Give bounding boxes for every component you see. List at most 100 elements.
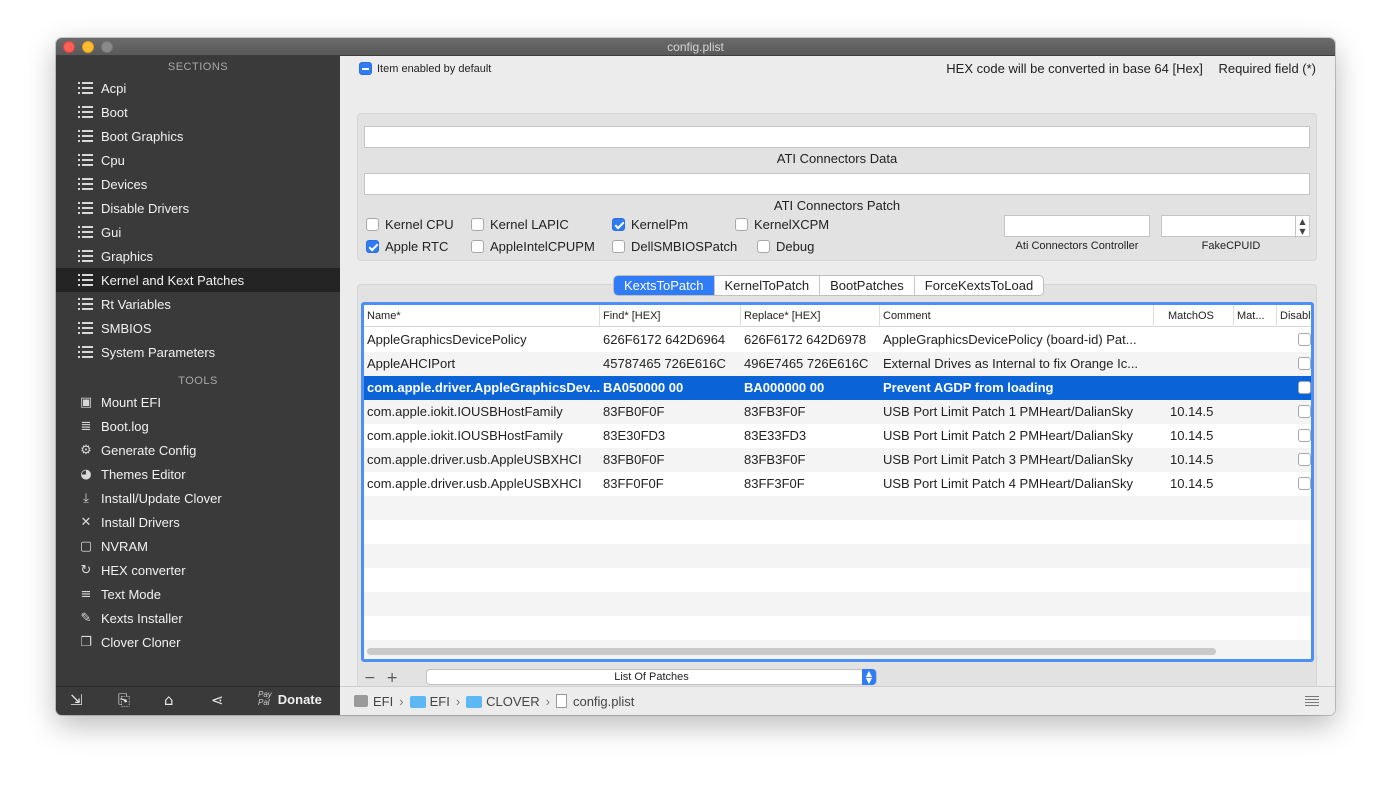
sidebar-item-disable-drivers[interactable]: Disable Drivers xyxy=(56,196,340,220)
checkbox-kernel-cpu[interactable]: Kernel CPU xyxy=(366,217,454,232)
checkbox-apple-rtc[interactable]: Apple RTC xyxy=(366,239,448,254)
column-header-find-hex[interactable]: Find* [HEX] xyxy=(600,305,741,327)
column-header-name[interactable]: Name* xyxy=(364,305,600,327)
tool-boot-log[interactable]: ≣ Boot.log xyxy=(56,414,340,438)
table-row[interactable]: com.apple.iokit.IOUSBHostFamily 83FB0F0F 8… xyxy=(364,400,1311,424)
checkbox-box[interactable] xyxy=(471,240,484,253)
table-row[interactable]: AppleAHCIPort 45787465 726E616C 496E7465 7… xyxy=(364,352,1311,376)
sidebar-item-graphics[interactable]: Graphics xyxy=(56,244,340,268)
checkbox-box[interactable] xyxy=(757,240,770,253)
sidebar-item-gui[interactable]: Gui xyxy=(56,220,340,244)
ati-connectors-controller-input[interactable] xyxy=(1004,215,1150,237)
sidebar-item-system-parameters[interactable]: System Parameters xyxy=(56,340,340,364)
checkbox-debug[interactable]: Debug xyxy=(757,239,814,254)
ati-connectors-data-input[interactable] xyxy=(364,126,1310,148)
tool-generate-config[interactable]: ⚙ Generate Config xyxy=(56,438,340,462)
checkbox-box[interactable] xyxy=(366,240,379,253)
patch-tabs: KextsToPatch KernelToPatch BootPatches Forc… xyxy=(613,275,1045,296)
tool-text-mode[interactable]: ≡ Text Mode xyxy=(56,582,340,606)
disabled-checkbox[interactable] xyxy=(1298,381,1311,394)
tab-bootpatches[interactable]: BootPatches xyxy=(820,276,915,295)
checkbox-box[interactable] xyxy=(735,218,748,231)
tool-hex-converter[interactable]: ↻ HEX converter xyxy=(56,558,340,582)
home-icon[interactable]: ⌂ xyxy=(164,691,174,709)
patches-table[interactable]: Name* Find* [HEX] Replace* [HEX] Comment Mat… xyxy=(361,302,1314,662)
sidebar-item-cpu[interactable]: Cpu xyxy=(56,148,340,172)
tool-themes-editor[interactable]: ◕ Themes Editor xyxy=(56,462,340,486)
enabled-indicator-icon xyxy=(359,62,372,75)
list-icon xyxy=(78,346,94,358)
breadcrumb-separator: › xyxy=(455,693,461,709)
column-header-disabl[interactable]: Disabl xyxy=(1277,305,1311,327)
sidebar-item-kernel-and-kext-patches[interactable]: Kernel and Kext Patches xyxy=(56,268,340,292)
tool-mount-efi[interactable]: ▣ Mount EFI xyxy=(56,390,340,414)
table-row[interactable]: com.apple.driver.AppleGraphicsDev... BA05… xyxy=(364,376,1311,400)
disabled-checkbox[interactable] xyxy=(1298,429,1311,442)
column-header-replace-hex[interactable]: Replace* [HEX] xyxy=(741,305,880,327)
column-header-matchos[interactable]: MatchOS xyxy=(1154,305,1234,327)
checkbox-box[interactable] xyxy=(471,218,484,231)
sidebar-item-acpi[interactable]: Acpi xyxy=(56,76,340,100)
sidebar-item-rt-variables[interactable]: Rt Variables xyxy=(56,292,340,316)
cell-comment: AppleGraphicsDevicePolicy (board-id) Pat… xyxy=(883,332,1137,347)
sidebar-item-label: Cpu xyxy=(101,152,125,168)
disabled-checkbox[interactable] xyxy=(1298,333,1311,346)
table-row[interactable]: com.apple.driver.usb.AppleUSBXHCI 83FB0F0… xyxy=(364,448,1311,472)
checkbox-kernel-lapic[interactable]: Kernel LAPIC xyxy=(471,217,569,232)
sidebar-item-smbios[interactable]: SMBIOS xyxy=(56,316,340,340)
ati-connectors-patch-input[interactable] xyxy=(364,173,1310,195)
fakecpuid-stepper[interactable]: ▲ ▼ xyxy=(1295,216,1309,238)
sidebar-item-boot-graphics[interactable]: Boot Graphics xyxy=(56,124,340,148)
horizontal-scrollbar[interactable] xyxy=(367,648,1216,655)
tab-kextstopatch[interactable]: KextsToPatch xyxy=(614,276,715,295)
cell-comment: USB Port Limit Patch 2 PMHeart/DalianSky xyxy=(883,428,1133,443)
download-icon: ⤓ xyxy=(83,490,89,506)
tool-install-drivers[interactable]: ✕ Install Drivers xyxy=(56,510,340,534)
open-config-icon[interactable]: ⇲ xyxy=(70,691,83,709)
checkbox-kernelxcpm[interactable]: KernelXCPM xyxy=(735,217,829,232)
remove-row-button[interactable]: − xyxy=(364,670,376,686)
share-icon[interactable]: ⋖ xyxy=(211,691,224,709)
checkbox-box[interactable] xyxy=(366,218,379,231)
breadcrumb-item[interactable]: config.plist xyxy=(573,694,634,709)
tool-clover-cloner[interactable]: ❐ Clover Cloner xyxy=(56,630,340,654)
table-row[interactable]: com.apple.driver.usb.AppleUSBXHCI 83FF0F0… xyxy=(364,472,1311,496)
column-header-comment[interactable]: Comment xyxy=(880,305,1154,327)
log-icon: ≣ xyxy=(80,418,92,434)
disabled-checkbox[interactable] xyxy=(1298,405,1311,418)
disabled-checkbox[interactable] xyxy=(1298,477,1311,490)
tab-kerneltopatch[interactable]: KernelToPatch xyxy=(715,276,821,295)
disabled-checkbox[interactable] xyxy=(1298,357,1311,370)
sidebar-item-boot[interactable]: Boot xyxy=(56,100,340,124)
breadcrumb-item[interactable]: EFI xyxy=(430,694,450,709)
fakecpuid-input[interactable]: ▲ ▼ xyxy=(1161,215,1310,238)
copy-icon: ❐ xyxy=(80,634,92,650)
breadcrumb-item[interactable]: EFI xyxy=(373,694,393,709)
donate-button[interactable]: Pay Pal Donate xyxy=(258,691,322,707)
list-icon xyxy=(78,322,94,334)
tool-nvram[interactable]: ▢ NVRAM xyxy=(56,534,340,558)
checkbox-box[interactable] xyxy=(612,218,625,231)
export-icon[interactable]: ⎘ xyxy=(118,691,130,709)
table-row[interactable]: AppleGraphicsDevicePolicy 626F6172 642D69… xyxy=(364,328,1311,352)
checkbox-dellsmbiospatch[interactable]: DellSMBIOSPatch xyxy=(612,239,737,254)
table-row[interactable]: com.apple.iokit.IOUSBHostFamily 83E30FD3 8… xyxy=(364,424,1311,448)
column-header-mat[interactable]: Mat... xyxy=(1234,305,1277,327)
breadcrumb-item[interactable]: CLOVER xyxy=(486,694,539,709)
hex-note: HEX code will be converted in base 64 [H… xyxy=(946,61,1203,76)
tool-label: Clover Cloner xyxy=(101,634,181,650)
tab-forcekextstoload[interactable]: ForceKextsToLoad xyxy=(915,276,1043,295)
tool-install-update-clover[interactable]: ⤓ Install/Update Clover xyxy=(56,486,340,510)
checkbox-kernelpm[interactable]: KernelPm xyxy=(612,217,688,232)
list-icon xyxy=(78,154,94,166)
checkbox-box[interactable] xyxy=(612,240,625,253)
list-icon xyxy=(78,202,94,214)
disabled-checkbox[interactable] xyxy=(1298,453,1311,466)
menu-icon[interactable] xyxy=(1305,696,1319,706)
add-row-button[interactable]: + xyxy=(386,670,398,686)
checkbox-appleintelcpupm[interactable]: AppleIntelCPUPM xyxy=(471,239,595,254)
tool-kexts-installer[interactable]: ✎ Kexts Installer xyxy=(56,606,340,630)
sidebar-item-devices[interactable]: Devices xyxy=(56,172,340,196)
cell-find: 83FB0F0F xyxy=(603,404,665,419)
list-of-patches-select[interactable]: List Of Patches ▲ ▼ xyxy=(426,669,877,685)
